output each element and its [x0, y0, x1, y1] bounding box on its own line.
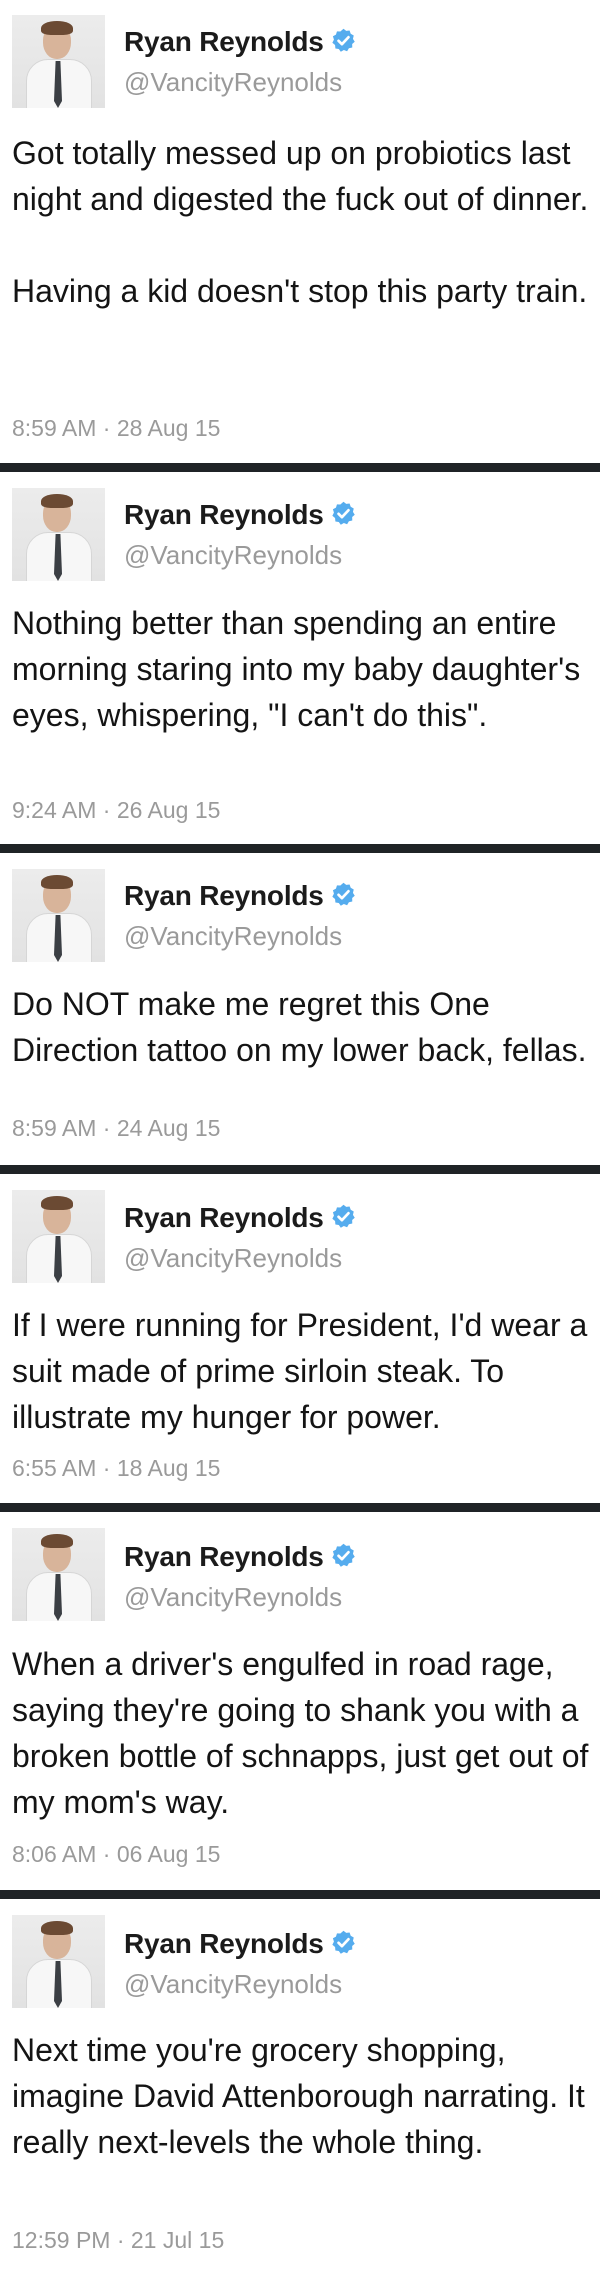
tweet-timestamp[interactable]: 9:24 AM · 26 Aug 15 — [12, 797, 220, 824]
tweet-feed: Ryan Reynolds @VancityReynolds Got total… — [0, 0, 600, 2279]
tweet-timestamp[interactable]: 8:59 AM · 24 Aug 15 — [12, 1115, 220, 1142]
verified-badge-icon — [332, 1543, 355, 1567]
tweet-divider — [0, 844, 600, 853]
avatar[interactable] — [12, 1915, 105, 2008]
verified-badge-icon — [332, 1204, 355, 1228]
tweet-divider — [0, 1165, 600, 1174]
tweet-timestamp[interactable]: 8:59 AM · 28 Aug 15 — [12, 415, 220, 442]
tweet-divider — [0, 1890, 600, 1899]
author-name-row[interactable]: Ryan Reynolds — [124, 26, 357, 58]
avatar[interactable] — [12, 1190, 105, 1283]
tweet-card[interactable]: Ryan Reynolds @VancityReynolds Do NOT ma… — [0, 853, 600, 1165]
author-name-row[interactable]: Ryan Reynolds — [124, 1541, 357, 1573]
author-handle[interactable]: @VancityReynolds — [124, 1243, 342, 1274]
author-name-row[interactable]: Ryan Reynolds — [124, 1202, 357, 1234]
tweet-text: When a driver's engulfed in road rage, s… — [12, 1646, 598, 1820]
tweet-divider — [0, 463, 600, 472]
avatar[interactable] — [12, 1528, 105, 1621]
author-handle[interactable]: @VancityReynolds — [124, 67, 342, 98]
verified-badge-icon — [332, 501, 355, 525]
tweet-text: Do NOT make me regret this One Direction… — [12, 986, 587, 1068]
author-name-row[interactable]: Ryan Reynolds — [124, 880, 357, 912]
tweet-card[interactable]: Ryan Reynolds @VancityReynolds If I were… — [0, 1174, 600, 1503]
tweet-card[interactable]: Ryan Reynolds @VancityReynolds Nothing b… — [0, 472, 600, 844]
author-name[interactable]: Ryan Reynolds — [124, 499, 324, 530]
author-handle[interactable]: @VancityReynolds — [124, 921, 342, 952]
verified-badge-icon — [332, 28, 355, 52]
tweet-text: Nothing better than spending an entire m… — [12, 605, 590, 733]
author-name[interactable]: Ryan Reynolds — [124, 880, 324, 911]
tweet-timestamp[interactable]: 12:59 PM · 21 Jul 15 — [12, 2227, 224, 2254]
author-handle[interactable]: @VancityReynolds — [124, 1582, 342, 1613]
verified-badge-icon — [332, 882, 355, 906]
author-name[interactable]: Ryan Reynolds — [124, 26, 324, 57]
avatar[interactable] — [12, 15, 105, 108]
verified-badge-icon — [332, 1930, 355, 1954]
tweet-timestamp[interactable]: 6:55 AM · 18 Aug 15 — [12, 1455, 220, 1482]
tweet-card[interactable]: Ryan Reynolds @VancityReynolds Got total… — [0, 0, 600, 463]
tweet-timestamp[interactable]: 8:06 AM · 06 Aug 15 — [12, 1841, 220, 1868]
author-name-row[interactable]: Ryan Reynolds — [124, 1928, 357, 1960]
author-handle[interactable]: @VancityReynolds — [124, 1969, 342, 2000]
author-name[interactable]: Ryan Reynolds — [124, 1541, 324, 1572]
avatar[interactable] — [12, 488, 105, 581]
tweet-text: If I were running for President, I'd wea… — [12, 1307, 597, 1435]
tweet-divider — [0, 1503, 600, 1512]
author-name[interactable]: Ryan Reynolds — [124, 1202, 324, 1233]
avatar[interactable] — [12, 869, 105, 962]
author-handle[interactable]: @VancityReynolds — [124, 540, 342, 571]
tweet-text: Next time you're grocery shopping, imagi… — [12, 2032, 594, 2160]
tweet-card[interactable]: Ryan Reynolds @VancityReynolds Next time… — [0, 1899, 600, 2279]
author-name[interactable]: Ryan Reynolds — [124, 1928, 324, 1959]
author-name-row[interactable]: Ryan Reynolds — [124, 499, 357, 531]
tweet-card[interactable]: Ryan Reynolds @VancityReynolds When a dr… — [0, 1512, 600, 1890]
tweet-text: Got totally messed up on probiotics last… — [12, 135, 589, 309]
